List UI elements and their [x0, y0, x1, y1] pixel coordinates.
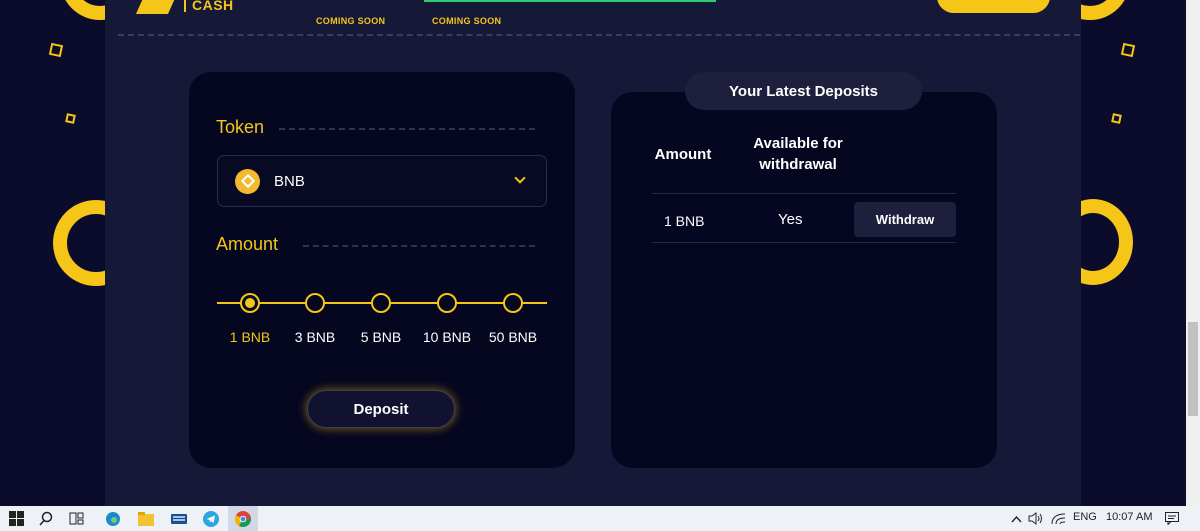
logo-text: CASH	[192, 0, 234, 13]
keyboard-app-icon[interactable]	[170, 510, 187, 527]
task-view-icon[interactable]	[68, 510, 85, 527]
table-divider	[652, 242, 956, 243]
file-explorer-icon[interactable]	[137, 510, 154, 527]
wifi-icon[interactable]	[1050, 510, 1067, 527]
amount-option-label[interactable]: 1 BNB	[215, 329, 285, 345]
chrome-icon[interactable]	[234, 510, 251, 527]
volume-icon[interactable]	[1027, 510, 1044, 527]
telegram-icon[interactable]	[202, 510, 219, 527]
row-available: Yes	[778, 211, 803, 228]
nav-active-underline	[424, 0, 716, 2]
decorative-square	[48, 42, 64, 58]
logo-mark-icon	[136, 0, 176, 14]
logo[interactable]: CASH	[136, 0, 234, 14]
amount-option-5[interactable]	[371, 293, 391, 313]
scrollbar-thumb[interactable]	[1188, 322, 1198, 416]
token-label: Token	[216, 117, 265, 137]
decorative-square	[65, 113, 76, 124]
table-divider	[652, 193, 956, 194]
language-indicator[interactable]: ENG	[1073, 511, 1097, 523]
chevron-down-icon	[514, 172, 526, 184]
decorative-square	[1120, 42, 1136, 58]
latest-deposits-title: Your Latest Deposits	[685, 72, 922, 110]
logo-separator	[184, 0, 186, 12]
amount-option-50[interactable]	[503, 293, 523, 313]
amount-option-3[interactable]	[305, 293, 325, 313]
windows-start-icon[interactable]	[8, 510, 25, 527]
column-header-available: Available for withdrawal	[753, 135, 843, 173]
column-header-amount: Amount	[654, 146, 712, 163]
nav-coming-soon-2: COMING SOON	[432, 16, 502, 26]
clock[interactable]: 10:07 AM	[1106, 511, 1152, 523]
token-select[interactable]: BNB	[217, 155, 547, 207]
edge-browser-icon[interactable]	[104, 510, 121, 527]
header-divider	[118, 34, 1080, 36]
taskbar: ENG 10:07 AM	[0, 506, 1200, 531]
scrollbar[interactable]	[1186, 0, 1200, 506]
amount-option-label[interactable]: 5 BNB	[346, 329, 416, 345]
withdraw-button[interactable]: Withdraw	[854, 202, 956, 237]
amount-option-10[interactable]	[437, 293, 457, 313]
amount-option-1[interactable]	[240, 293, 260, 313]
latest-deposits-card: Amount Available for withdrawal 1 BNB Ye…	[611, 92, 997, 468]
token-select-value: BNB	[274, 172, 305, 190]
decorative-square	[1111, 113, 1122, 124]
deposit-button[interactable]: Deposit	[307, 390, 455, 428]
amount-option-label[interactable]: 10 BNB	[412, 329, 482, 345]
amount-option-label[interactable]: 50 BNB	[478, 329, 548, 345]
amount-option-label[interactable]: 3 BNB	[280, 329, 350, 345]
bnb-token-icon	[235, 168, 260, 194]
notifications-icon[interactable]	[1163, 510, 1180, 527]
chevron-up-icon[interactable]	[1008, 510, 1025, 527]
divider	[279, 128, 535, 130]
amount-label: Amount	[216, 234, 279, 254]
deposit-card: Token BNB Amount 1 BNB 3 BNB 5 BNB 10 BN…	[189, 72, 575, 468]
header-action-button[interactable]	[937, 0, 1050, 13]
search-icon[interactable]	[38, 510, 55, 527]
nav-coming-soon-1: COMING SOON	[316, 16, 386, 26]
divider	[303, 245, 535, 247]
row-amount: 1 BNB	[664, 213, 705, 229]
